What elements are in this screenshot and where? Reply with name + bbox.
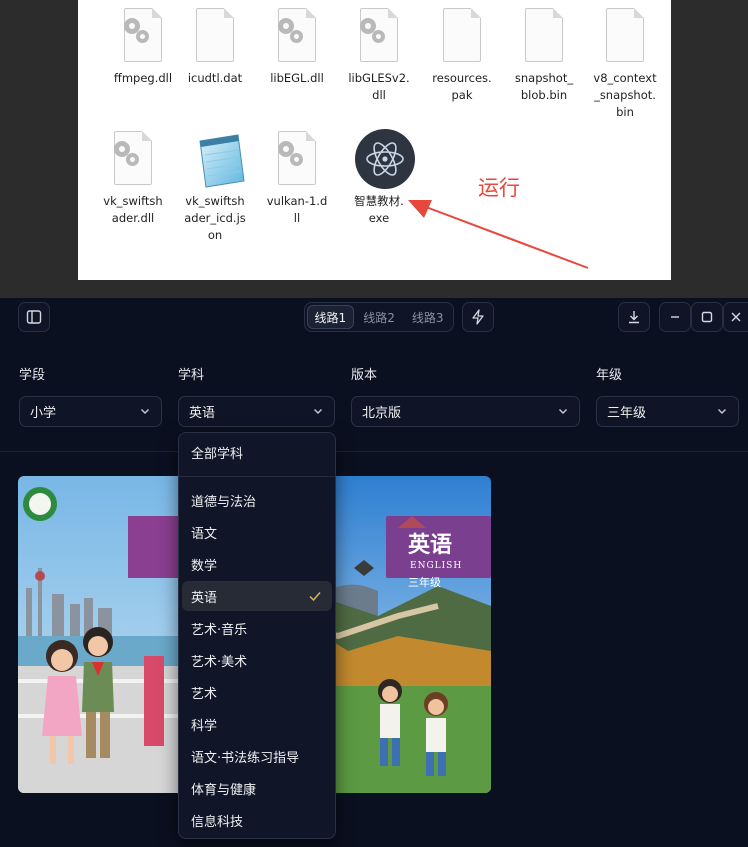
download-icon xyxy=(629,311,639,324)
cover-title: 英语 xyxy=(408,532,452,558)
annotation-arrow xyxy=(408,200,589,269)
close-icon xyxy=(731,312,741,322)
minimize-icon xyxy=(671,316,679,318)
tab-line-2[interactable]: 线路2 xyxy=(356,305,403,329)
tab-line-3[interactable]: 线路3 xyxy=(404,305,451,329)
maximize-button[interactable] xyxy=(691,302,723,332)
maximize-icon xyxy=(701,311,713,323)
subject-select[interactable]: 英语 xyxy=(178,396,335,427)
edition-select[interactable]: 北京版 xyxy=(351,396,580,427)
minimize-button[interactable] xyxy=(659,302,691,332)
app-window: 线路1 线路2 线路3 学段 学科 版本 年级 小学 英语 北京版 三年级 英语… xyxy=(0,298,748,847)
dropdown-item[interactable]: 科学 xyxy=(182,709,332,739)
chevron-down-icon xyxy=(141,409,149,414)
dropdown-item-selected[interactable]: 英语 xyxy=(182,581,332,611)
lightning-icon xyxy=(472,309,484,325)
dropdown-item[interactable]: 艺术·音乐 xyxy=(182,613,332,643)
dropdown-separator xyxy=(179,476,335,477)
dropdown-item[interactable]: 信息科技 xyxy=(182,805,332,835)
grade-select-value: 三年级 xyxy=(607,406,647,421)
cover-subtitle: ENGLISH xyxy=(410,561,462,571)
dropdown-item[interactable]: 语文 xyxy=(182,517,332,547)
dropdown-item[interactable]: 道德与法治 xyxy=(182,485,332,515)
dropdown-item-label: 英语 xyxy=(191,590,218,606)
quick-action-button[interactable] xyxy=(462,302,494,332)
grade-select[interactable]: 三年级 xyxy=(596,396,739,427)
tab-line-1[interactable]: 线路1 xyxy=(307,305,354,329)
chevron-down-icon xyxy=(718,409,726,414)
stage-select-value: 小学 xyxy=(30,406,57,421)
line-switcher: 线路1 线路2 线路3 xyxy=(304,302,454,332)
dropdown-item[interactable]: 艺术·美术 xyxy=(182,645,332,675)
download-button[interactable] xyxy=(618,302,650,332)
sidebar-toggle-icon xyxy=(26,310,42,324)
subject-dropdown-menu: 全部学科 道德与法治 语文 数学 英语 艺术·音乐 艺术·美术 艺术 科学 语文… xyxy=(178,432,336,839)
edition-select-value: 北京版 xyxy=(362,406,402,421)
chevron-down-icon xyxy=(559,409,567,414)
subject-select-value: 英语 xyxy=(189,406,216,421)
close-button[interactable] xyxy=(723,302,748,332)
cover-grade: 三年级 xyxy=(408,575,441,589)
chevron-down-icon xyxy=(314,409,322,414)
title-bar: 线路1 线路2 线路3 xyxy=(0,298,748,336)
subject-label: 学科 xyxy=(178,368,205,383)
checkmark-icon xyxy=(309,592,321,602)
dropdown-item[interactable]: 语文·书法练习指导 xyxy=(182,741,332,771)
dropdown-item[interactable]: 全部学科 xyxy=(182,437,332,467)
dropdown-item[interactable]: 艺术 xyxy=(182,677,332,707)
grade-label: 年级 xyxy=(596,368,623,383)
dropdown-item[interactable]: 体育与健康 xyxy=(182,773,332,803)
edition-label: 版本 xyxy=(351,368,378,383)
content-divider xyxy=(0,451,748,452)
stage-select[interactable]: 小学 xyxy=(19,396,162,427)
stage-label: 学段 xyxy=(19,368,46,383)
sidebar-toggle-button[interactable] xyxy=(18,302,50,332)
dropdown-item[interactable]: 数学 xyxy=(182,549,332,579)
